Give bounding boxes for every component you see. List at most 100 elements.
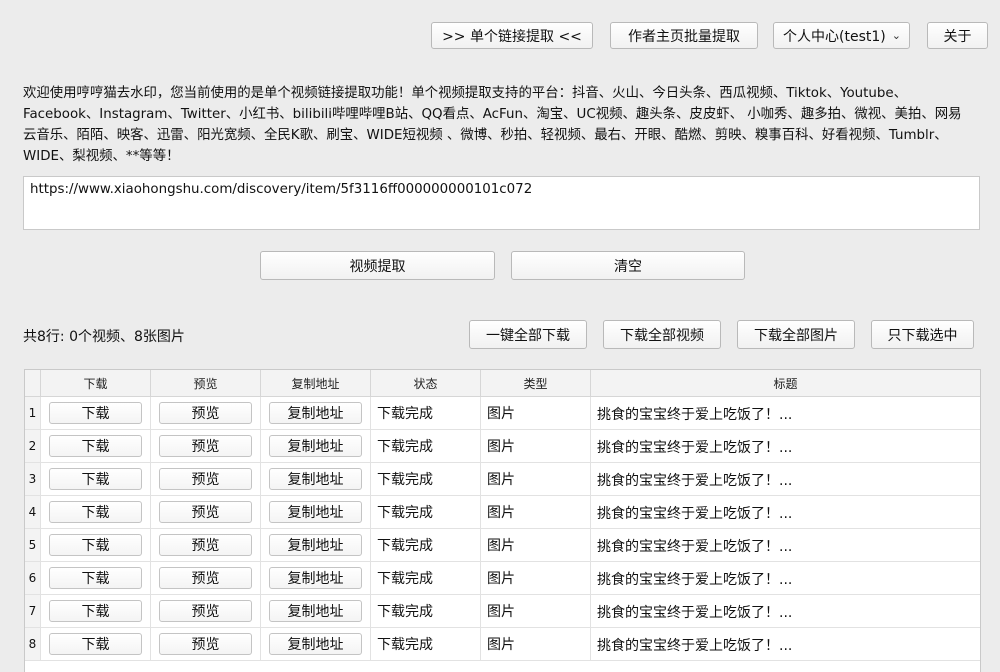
platform-notice: 欢迎使用哼哼猫去水印，您当前使用的是单个视频链接提取功能！单个视频提取支持的平台…	[23, 86, 962, 164]
preview-cell: 预览	[151, 595, 261, 627]
row-copy-url-button[interactable]: 复制地址	[269, 468, 362, 490]
row-download-button[interactable]: 下载	[49, 501, 142, 523]
results-table: 下载 预览 复制地址 状态 类型 标题 1 下载 预览 复制地址 下载完成 图片 挑食的宝宝…	[24, 369, 981, 672]
download-cell: 下载	[41, 529, 151, 561]
column-header-title[interactable]: 标题	[591, 370, 980, 396]
row-type: 图片	[481, 496, 591, 528]
row-status: 下载完成	[371, 496, 481, 528]
row-title: 挑食的宝宝终于爱上吃饭了！...	[597, 572, 793, 588]
row-type: 图片	[481, 397, 591, 429]
row-download-button[interactable]: 下载	[49, 468, 142, 490]
row-number: 7	[25, 595, 41, 627]
column-header-type[interactable]: 类型	[481, 370, 591, 396]
row-number: 6	[25, 562, 41, 594]
row-copy-url-button[interactable]: 复制地址	[269, 501, 362, 523]
extract-video-button[interactable]: 视频提取	[260, 251, 495, 280]
row-preview-button[interactable]: 预览	[159, 567, 252, 589]
row-title: 挑食的宝宝终于爱上吃饭了！...	[597, 539, 793, 555]
row-preview-button[interactable]: 预览	[159, 402, 252, 424]
row-preview-button[interactable]: 预览	[159, 435, 252, 457]
author-batch-extract-button[interactable]: 作者主页批量提取	[610, 22, 758, 49]
download-all-button[interactable]: 一键全部下载	[469, 320, 587, 349]
row-title: 挑食的宝宝终于爱上吃饭了！...	[597, 605, 793, 621]
download-cell: 下载	[41, 397, 151, 429]
preview-cell: 预览	[151, 562, 261, 594]
column-header-status[interactable]: 状态	[371, 370, 481, 396]
row-preview-button[interactable]: 预览	[159, 600, 252, 622]
row-download-button[interactable]: 下载	[49, 567, 142, 589]
table-header: 下载 预览 复制地址 状态 类型 标题	[25, 370, 980, 397]
copy-cell: 复制地址	[261, 562, 371, 594]
download-cell: 下载	[41, 496, 151, 528]
table-row[interactable]: 3 下载 预览 复制地址 下载完成 图片 挑食的宝宝终于爱上吃饭了！...	[25, 463, 980, 496]
download-cell: 下载	[41, 463, 151, 495]
column-header-download[interactable]: 下载	[41, 370, 151, 396]
download-all-videos-button[interactable]: 下载全部视频	[603, 320, 721, 349]
row-copy-url-button[interactable]: 复制地址	[269, 567, 362, 589]
row-title: 挑食的宝宝终于爱上吃饭了！...	[597, 638, 793, 654]
about-button[interactable]: 关于	[927, 22, 988, 49]
row-copy-url-button[interactable]: 复制地址	[269, 534, 362, 556]
row-preview-button[interactable]: 预览	[159, 534, 252, 556]
row-type: 图片	[481, 430, 591, 462]
url-input[interactable]: https://www.xiaohongshu.com/discovery/it…	[23, 176, 980, 230]
row-number: 3	[25, 463, 41, 495]
row-copy-url-button[interactable]: 复制地址	[269, 633, 362, 655]
row-number: 5	[25, 529, 41, 561]
row-type: 图片	[481, 628, 591, 660]
copy-cell: 复制地址	[261, 628, 371, 660]
row-type: 图片	[481, 529, 591, 561]
download-all-images-button[interactable]: 下载全部图片	[737, 320, 855, 349]
copy-cell: 复制地址	[261, 595, 371, 627]
row-download-button[interactable]: 下载	[49, 633, 142, 655]
clear-button[interactable]: 清空	[511, 251, 745, 280]
download-selected-button[interactable]: 只下载选中	[871, 320, 974, 349]
table-row[interactable]: 6 下载 预览 复制地址 下载完成 图片 挑食的宝宝终于爱上吃饭了！...	[25, 562, 980, 595]
copy-cell: 复制地址	[261, 496, 371, 528]
result-summary: 共8行: 0个视频、8张图片	[23, 329, 185, 345]
row-preview-button[interactable]: 预览	[159, 468, 252, 490]
table-row[interactable]: 1 下载 预览 复制地址 下载完成 图片 挑食的宝宝终于爱上吃饭了！...	[25, 397, 980, 430]
row-status: 下载完成	[371, 463, 481, 495]
column-header-copy[interactable]: 复制地址	[261, 370, 371, 396]
row-number: 1	[25, 397, 41, 429]
row-type: 图片	[481, 595, 591, 627]
copy-cell: 复制地址	[261, 463, 371, 495]
row-status: 下载完成	[371, 529, 481, 561]
table-row[interactable]: 7 下载 预览 复制地址 下载完成 图片 挑食的宝宝终于爱上吃饭了！...	[25, 595, 980, 628]
download-cell: 下载	[41, 430, 151, 462]
row-type: 图片	[481, 562, 591, 594]
single-link-extract-button[interactable]: >> 单个链接提取 <<	[431, 22, 593, 49]
user-center-select[interactable]: 个人中心(test1) ⌄	[773, 22, 910, 49]
row-preview-button[interactable]: 预览	[159, 501, 252, 523]
table-row[interactable]: 5 下载 预览 复制地址 下载完成 图片 挑食的宝宝终于爱上吃饭了！...	[25, 529, 980, 562]
column-header-preview[interactable]: 预览	[151, 370, 261, 396]
user-select-value: 个人中心(test1)	[783, 28, 886, 45]
row-copy-url-button[interactable]: 复制地址	[269, 600, 362, 622]
preview-cell: 预览	[151, 496, 261, 528]
row-status: 下载完成	[371, 595, 481, 627]
preview-cell: 预览	[151, 430, 261, 462]
preview-cell: 预览	[151, 463, 261, 495]
copy-cell: 复制地址	[261, 430, 371, 462]
row-download-button[interactable]: 下载	[49, 402, 142, 424]
row-download-button[interactable]: 下载	[49, 600, 142, 622]
copy-cell: 复制地址	[261, 397, 371, 429]
table-row[interactable]: 8 下载 预览 复制地址 下载完成 图片 挑食的宝宝终于爱上吃饭了！...	[25, 628, 980, 661]
row-title: 挑食的宝宝终于爱上吃饭了！...	[597, 473, 793, 489]
row-preview-button[interactable]: 预览	[159, 633, 252, 655]
copy-cell: 复制地址	[261, 529, 371, 561]
row-number-header	[25, 370, 41, 396]
row-title: 挑食的宝宝终于爱上吃饭了！...	[597, 440, 793, 456]
table-row[interactable]: 2 下载 预览 复制地址 下载完成 图片 挑食的宝宝终于爱上吃饭了！...	[25, 430, 980, 463]
preview-cell: 预览	[151, 529, 261, 561]
row-copy-url-button[interactable]: 复制地址	[269, 402, 362, 424]
table-body: 1 下载 预览 复制地址 下载完成 图片 挑食的宝宝终于爱上吃饭了！... 2 下载 预览 复制地址…	[25, 397, 980, 661]
row-title: 挑食的宝宝终于爱上吃饭了！...	[597, 407, 793, 423]
row-copy-url-button[interactable]: 复制地址	[269, 435, 362, 457]
row-status: 下载完成	[371, 628, 481, 660]
chevron-down-icon: ⌄	[891, 29, 901, 42]
row-download-button[interactable]: 下载	[49, 534, 142, 556]
row-download-button[interactable]: 下载	[49, 435, 142, 457]
table-row[interactable]: 4 下载 预览 复制地址 下载完成 图片 挑食的宝宝终于爱上吃饭了！...	[25, 496, 980, 529]
